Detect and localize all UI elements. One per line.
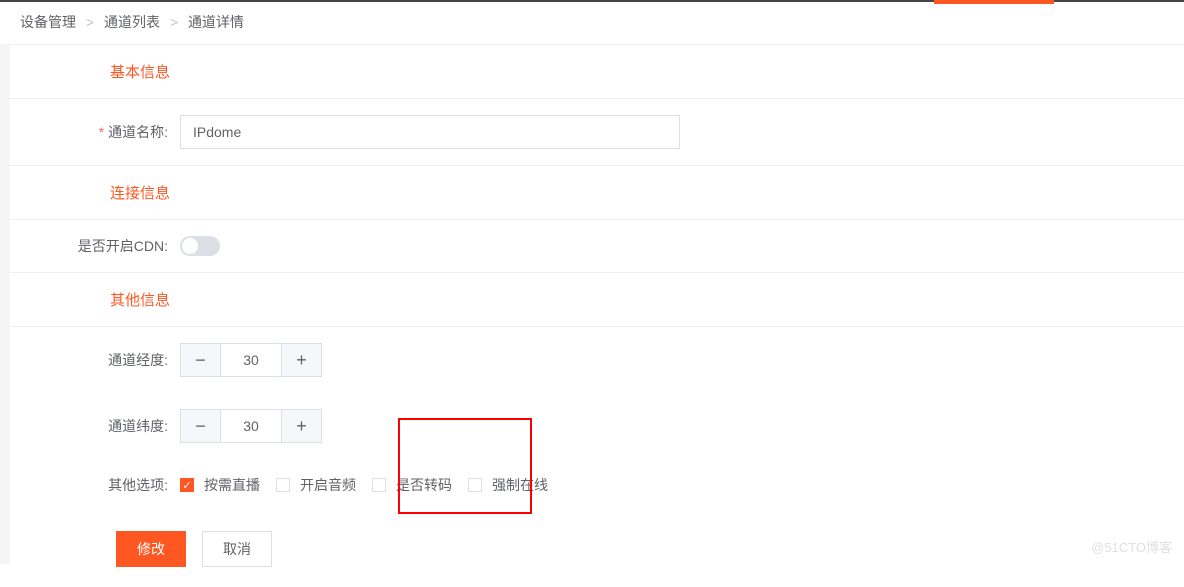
longitude-minus-button[interactable]: − (181, 344, 221, 376)
chevron-right-icon: > (170, 14, 178, 30)
cdn-label: 是否开启CDN: (10, 236, 180, 256)
section-title-connection: 连接信息 (10, 166, 1184, 220)
other-options-label: 其他选项: (10, 475, 180, 495)
longitude-plus-button[interactable]: + (281, 344, 321, 376)
breadcrumb: 设备管理 > 通道列表 > 通道详情 (0, 0, 1184, 45)
breadcrumb-item-channel-list[interactable]: 通道列表 (104, 14, 160, 30)
longitude-label: 通道经度: (10, 350, 180, 370)
chevron-right-icon: > (86, 14, 94, 30)
channel-name-input[interactable] (180, 115, 680, 149)
checkbox-transcode-label: 是否转码 (396, 475, 452, 495)
checkbox-forceonline[interactable] (468, 478, 482, 492)
latitude-plus-button[interactable]: + (281, 410, 321, 442)
latitude-input[interactable] (221, 410, 281, 442)
breadcrumb-item-device[interactable]: 设备管理 (20, 14, 76, 30)
button-row: 修改 取消 (10, 511, 1184, 587)
row-other-options: 其他选项: ✓ 按需直播 开启音频 是否转码 强制在线 (10, 459, 1184, 511)
row-latitude: 通道纬度: − + (10, 393, 1184, 459)
section-title-basic: 基本信息 (10, 45, 1184, 99)
longitude-stepper: − + (180, 343, 322, 377)
switch-knob (182, 238, 198, 254)
watermark: @51CTO博客 (1091, 537, 1172, 556)
cancel-button[interactable]: 取消 (202, 531, 272, 567)
required-asterisk: * (99, 124, 104, 140)
checkbox-ondemand-label: 按需直播 (204, 475, 260, 495)
submit-button[interactable]: 修改 (116, 531, 186, 567)
row-longitude: 通道经度: − + (10, 327, 1184, 393)
channel-name-label: *通道名称: (10, 122, 180, 142)
checkbox-ondemand[interactable]: ✓ (180, 478, 194, 492)
checkbox-forceonline-label: 强制在线 (492, 475, 548, 495)
checkbox-audio[interactable] (276, 478, 290, 492)
checkbox-transcode[interactable] (372, 478, 386, 492)
cdn-switch[interactable] (180, 236, 220, 256)
left-gutter (0, 44, 10, 564)
row-channel-name: *通道名称: (10, 99, 1184, 166)
other-options-group: ✓ 按需直播 开启音频 是否转码 强制在线 (180, 475, 548, 495)
latitude-stepper: − + (180, 409, 322, 443)
section-title-other: 其他信息 (10, 273, 1184, 327)
breadcrumb-item-channel-detail: 通道详情 (188, 14, 244, 30)
active-tab-indicator (934, 0, 1054, 4)
latitude-minus-button[interactable]: − (181, 410, 221, 442)
longitude-input[interactable] (221, 344, 281, 376)
checkbox-audio-label: 开启音频 (300, 475, 356, 495)
latitude-label: 通道纬度: (10, 416, 180, 436)
row-cdn: 是否开启CDN: (10, 220, 1184, 273)
